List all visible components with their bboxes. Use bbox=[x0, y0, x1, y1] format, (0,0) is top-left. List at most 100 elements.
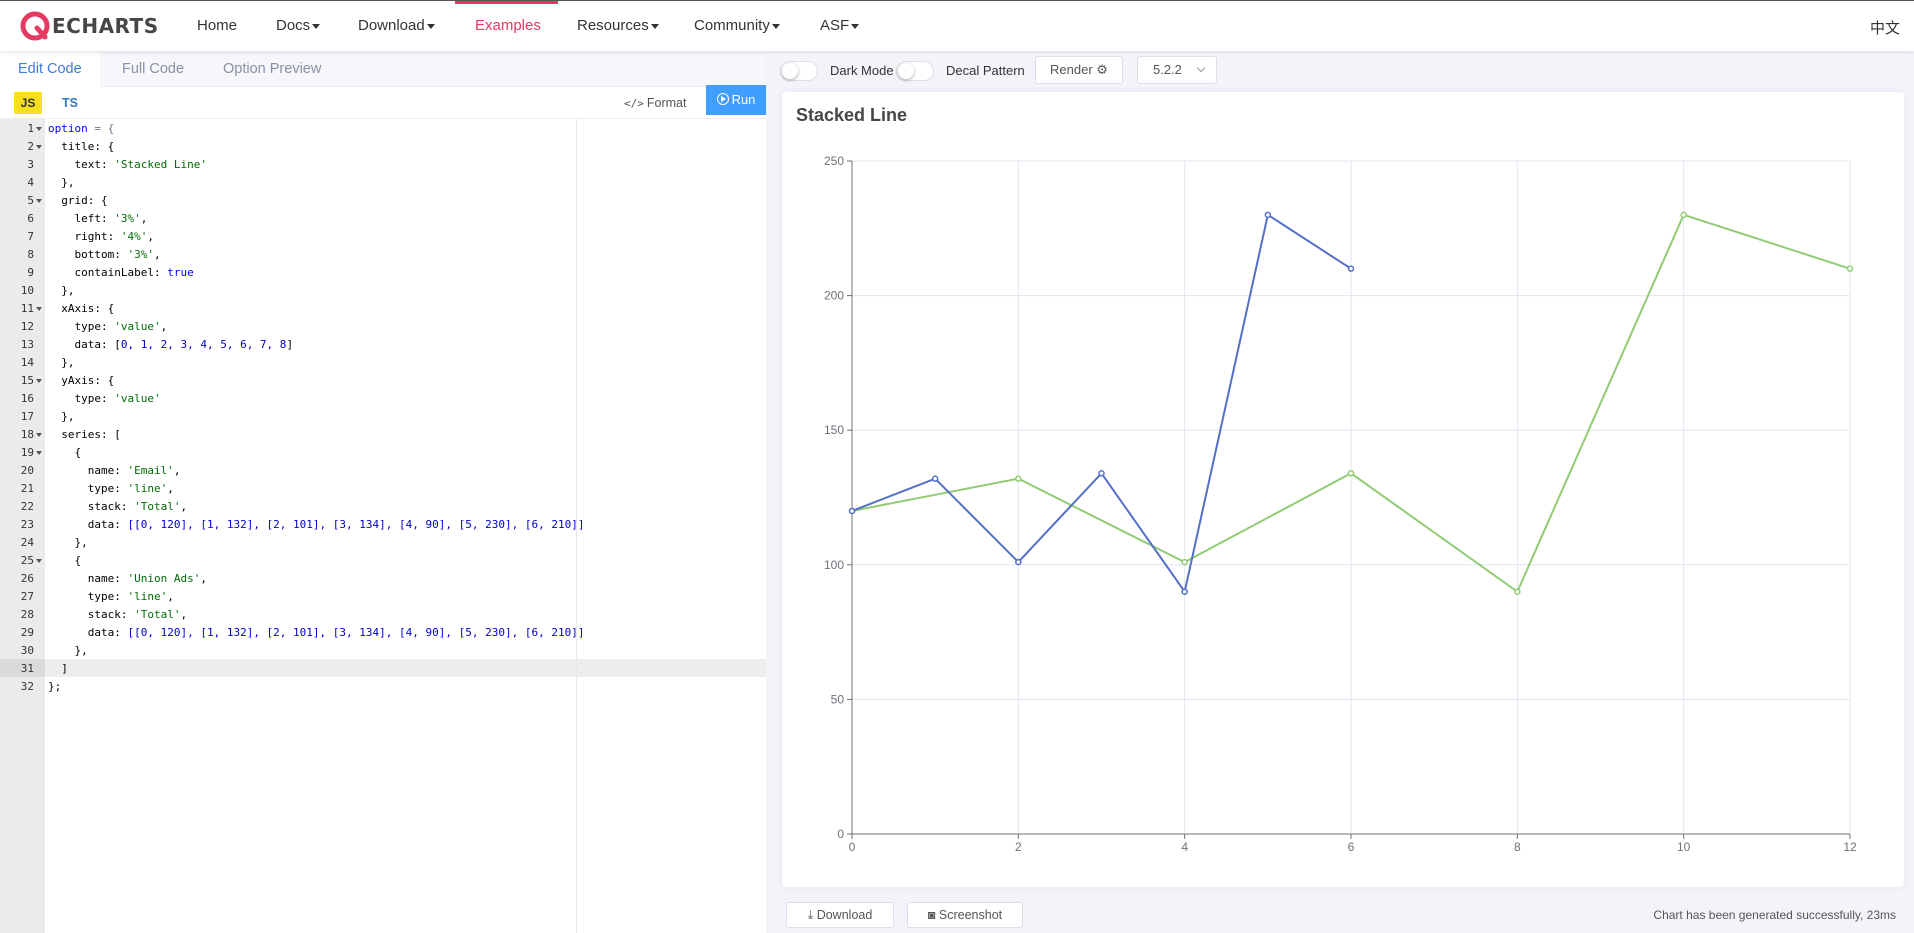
line-number: 23 bbox=[20, 518, 34, 531]
line-number: 17 bbox=[20, 410, 34, 423]
code-line[interactable]: stack: 'Total', bbox=[48, 606, 187, 624]
line-number: 26 bbox=[20, 572, 34, 585]
data-point bbox=[1514, 588, 1521, 595]
code-line[interactable]: }, bbox=[48, 174, 74, 192]
render-label: Render bbox=[1050, 62, 1093, 77]
data-point bbox=[1181, 588, 1188, 595]
line-number: 8 bbox=[27, 248, 34, 261]
gear-icon: ⚙ bbox=[1096, 62, 1108, 77]
nav-asf-label: ASF bbox=[820, 17, 850, 34]
line-number: 28 bbox=[20, 608, 34, 621]
code-line[interactable]: title: { bbox=[48, 138, 114, 156]
line-number: 16 bbox=[20, 392, 34, 405]
data-point bbox=[1347, 470, 1355, 477]
x-tick-label: 10 bbox=[1677, 840, 1691, 854]
code-line[interactable]: type: 'value' bbox=[48, 390, 160, 408]
code-line[interactable]: name: 'Union Ads', bbox=[48, 570, 207, 588]
code-line[interactable]: grid: { bbox=[48, 192, 107, 210]
tab-option-preview[interactable]: Option Preview bbox=[205, 51, 339, 87]
line-number: 20 bbox=[20, 464, 34, 477]
code-line[interactable]: yAxis: { bbox=[48, 372, 114, 390]
x-tick-label: 8 bbox=[1514, 840, 1521, 854]
line-number: 22 bbox=[20, 500, 34, 513]
line-number: 14 bbox=[20, 356, 34, 369]
format-label: Format bbox=[646, 96, 687, 110]
nav-asf[interactable]: ASF bbox=[820, 17, 860, 34]
code-line[interactable]: series: [ bbox=[48, 426, 121, 444]
download-label: Download bbox=[816, 908, 873, 922]
version-select[interactable]: 5.2.2 bbox=[1137, 56, 1217, 84]
data-point bbox=[1264, 211, 1272, 219]
y-tick-label: 200 bbox=[824, 289, 844, 303]
code-line[interactable]: type: 'line', bbox=[48, 588, 174, 606]
code-line[interactable]: type: 'value', bbox=[48, 318, 167, 336]
nav-examples[interactable]: Examples bbox=[475, 17, 541, 34]
nav-download[interactable]: Download bbox=[358, 17, 435, 34]
code-line[interactable]: option = { bbox=[48, 120, 114, 138]
series-line-email bbox=[851, 213, 1352, 593]
line-number: 21 bbox=[20, 482, 34, 495]
nav-docs-label: Docs bbox=[276, 17, 311, 34]
code-line[interactable]: }; bbox=[48, 678, 61, 696]
code-editor[interactable]: 1 2 3 4 5 6 7 8 9 10 11 12 13 14 15 16 17 18 19 20 21 22 23 24 2… bbox=[0, 119, 766, 933]
code-line[interactable]: }, bbox=[48, 534, 87, 552]
code-line[interactable]: bottom: '3%', bbox=[48, 246, 160, 264]
line-number: 18 bbox=[0, 426, 45, 444]
code-line[interactable]: right: '4%', bbox=[48, 228, 154, 246]
nav-docs[interactable]: Docs bbox=[276, 17, 321, 34]
code-line[interactable]: type: 'line', bbox=[48, 480, 174, 498]
code-line[interactable]: containLabel: true bbox=[48, 264, 193, 282]
code-line[interactable]: data: [[0, 120], [1, 132], [2, 101], [3,… bbox=[48, 516, 585, 534]
nav-resources-label: Resources bbox=[577, 17, 649, 34]
line-number: 3 bbox=[27, 158, 34, 171]
code-line[interactable]: data: [0, 1, 2, 3, 4, 5, 6, 7, 8] bbox=[48, 336, 293, 354]
lang-ts-button[interactable]: TS bbox=[62, 92, 78, 114]
code-line[interactable]: text: 'Stacked Line' bbox=[48, 156, 206, 174]
y-tick-label: 100 bbox=[824, 558, 844, 572]
code-line[interactable]: }, bbox=[48, 354, 74, 372]
line-number: 27 bbox=[20, 590, 34, 603]
dark-mode-switch[interactable] bbox=[780, 61, 818, 81]
x-tick-label: 4 bbox=[1181, 840, 1188, 854]
download-button[interactable]: ⤓ Download bbox=[786, 902, 894, 928]
x-tick-label: 6 bbox=[1348, 840, 1355, 854]
code-icon: </> bbox=[624, 97, 644, 110]
code-line[interactable]: { bbox=[48, 552, 81, 570]
nav-resources[interactable]: Resources bbox=[577, 17, 659, 34]
format-button[interactable]: </> Format bbox=[624, 92, 686, 114]
line-number: 11 bbox=[0, 300, 45, 318]
chevron-down-icon bbox=[1196, 63, 1206, 73]
version-value: 5.2.2 bbox=[1153, 62, 1182, 77]
nav-home[interactable]: Home bbox=[197, 17, 237, 34]
code-line[interactable]: }, bbox=[48, 408, 74, 426]
tab-full-code[interactable]: Full Code bbox=[104, 51, 202, 87]
code-line[interactable]: xAxis: { bbox=[48, 300, 114, 318]
line-number: 25 bbox=[0, 552, 45, 570]
code-line[interactable]: left: '3%', bbox=[48, 210, 147, 228]
code-line[interactable]: stack: 'Total', bbox=[48, 498, 187, 516]
nav-community-label: Community bbox=[694, 17, 770, 34]
code-line[interactable]: }, bbox=[48, 282, 74, 300]
code-line[interactable]: ] bbox=[48, 660, 68, 678]
line-number: 5 bbox=[0, 192, 45, 210]
line-number: 12 bbox=[20, 320, 34, 333]
active-line-highlight bbox=[0, 659, 766, 677]
nav-community[interactable]: Community bbox=[694, 17, 780, 34]
code-line[interactable]: }, bbox=[48, 642, 87, 660]
code-line[interactable]: name: 'Email', bbox=[48, 462, 181, 480]
code-line[interactable]: { bbox=[48, 444, 81, 462]
echarts-logo[interactable]: ECHARTS bbox=[20, 11, 159, 41]
lang-js-button[interactable]: JS bbox=[14, 92, 42, 114]
code-line[interactable]: data: [[0, 120], [1, 132], [2, 101], [3,… bbox=[48, 624, 585, 642]
tab-edit-code[interactable]: Edit Code bbox=[0, 51, 100, 87]
data-point bbox=[931, 475, 939, 482]
chart-toolbar: Dark Mode Decal Pattern Render ⚙ 5.2.2 bbox=[766, 51, 1914, 89]
line-number: 4 bbox=[27, 176, 34, 189]
screenshot-button[interactable]: ◙ Screenshot bbox=[907, 902, 1023, 928]
language-switch[interactable]: 中文 bbox=[1870, 17, 1900, 38]
camera-icon: ◙ bbox=[927, 908, 936, 922]
data-point bbox=[1015, 475, 1022, 482]
decal-pattern-switch[interactable] bbox=[896, 61, 934, 81]
render-button[interactable]: Render ⚙ bbox=[1035, 56, 1123, 84]
run-button[interactable]: Run bbox=[706, 85, 766, 115]
